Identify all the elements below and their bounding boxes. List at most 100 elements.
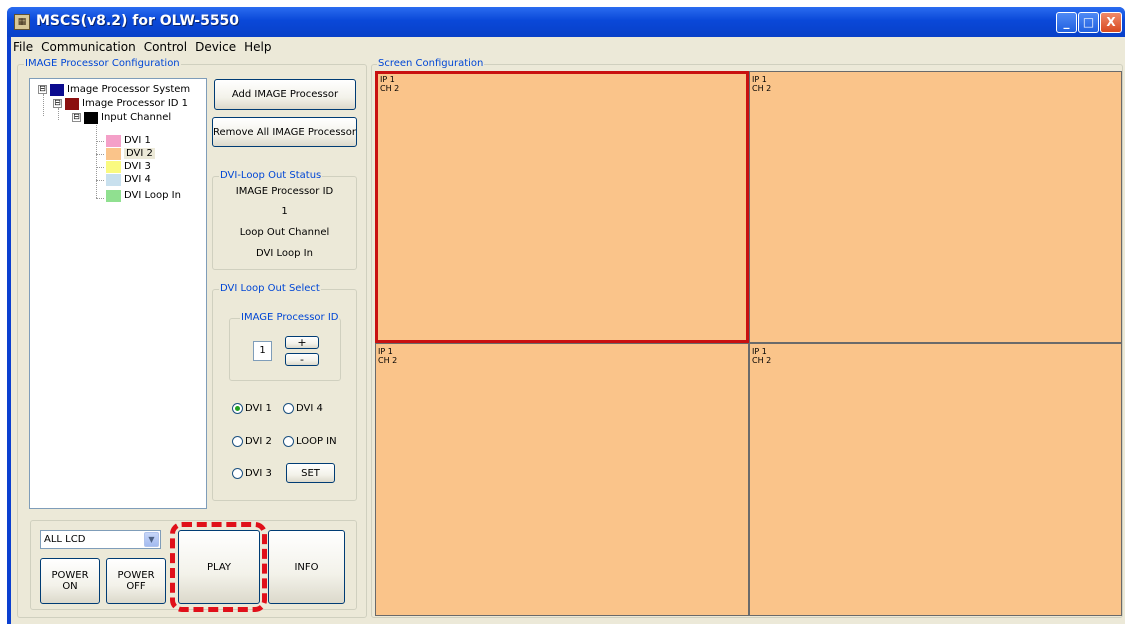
tree-node-dvi-4[interactable]: DVI 4 xyxy=(106,173,151,186)
radio-loop-in[interactable]: LOOP IN xyxy=(283,436,337,447)
status-channel-label: Loop Out Channel xyxy=(239,227,330,238)
increment-button[interactable]: + xyxy=(285,336,319,349)
screen-config-legend: Screen Configuration xyxy=(377,58,485,69)
power-off-button[interactable]: POWER OFF xyxy=(106,558,166,604)
processor-id-group: IMAGE Processor ID xyxy=(229,312,341,381)
power-on-line1: POWER xyxy=(51,570,89,581)
play-highlight-marker xyxy=(170,522,267,612)
status-channel-value: DVI Loop In xyxy=(256,248,313,259)
tree-node-label: Image Processor System xyxy=(67,84,191,95)
processor-id-field[interactable]: 1 xyxy=(253,341,272,361)
power-off-line2: OFF xyxy=(126,581,146,592)
power-on-line2: ON xyxy=(62,581,78,592)
menu-control[interactable]: Control xyxy=(140,38,191,56)
add-image-processor-button[interactable]: Add IMAGE Processor xyxy=(214,79,356,110)
tree-connector xyxy=(43,94,44,116)
minimize-button[interactable]: _ xyxy=(1056,12,1077,33)
radio-label: DVI 1 xyxy=(245,403,272,414)
tile-ch-label: CH 2 xyxy=(380,84,400,93)
loop-out-status-legend: DVI-Loop Out Status xyxy=(219,170,323,181)
tree-node-label: DVI 1 xyxy=(124,135,151,146)
radio-dvi-3[interactable]: DVI 3 xyxy=(232,468,272,479)
status-id-value: 1 xyxy=(281,206,288,217)
tree-connector xyxy=(96,141,104,142)
tree-connector xyxy=(96,198,104,199)
radio-unchecked-icon[interactable] xyxy=(232,436,243,447)
screen-tile-3[interactable]: IP 1 CH 2 xyxy=(375,343,749,616)
menu-file[interactable]: File xyxy=(11,38,37,56)
tree-node-dvi-1[interactable]: DVI 1 xyxy=(106,134,151,147)
tile-ch-label: CH 2 xyxy=(752,84,772,93)
tree-node-dvi-2[interactable]: DVI 2 xyxy=(106,147,155,160)
tree-connector xyxy=(96,154,104,155)
info-button[interactable]: INFO xyxy=(268,530,345,604)
window-title: MSCS(v8.2) for OLW-5550 xyxy=(36,13,240,29)
tree-node-dvi-loop-in[interactable]: DVI Loop In xyxy=(106,189,181,202)
screen-tile-1[interactable]: IP 1 CH 2 xyxy=(375,71,749,343)
tile-ip-label: IP 1 xyxy=(378,347,393,356)
tree-node-dvi-3[interactable]: DVI 3 xyxy=(106,160,151,173)
tile-ch-label: CH 2 xyxy=(752,356,772,365)
menu-bar: File Communication Control Device Help xyxy=(11,38,275,56)
radio-dvi-1[interactable]: DVI 1 xyxy=(232,403,272,414)
tree-node-input-channel[interactable]: ⊟ Input Channel xyxy=(72,111,171,124)
lcd-select[interactable]: ALL LCD ▼ xyxy=(40,530,161,549)
color-swatch-icon xyxy=(106,173,121,186)
tile-ip-label: IP 1 xyxy=(752,347,767,356)
radio-label: DVI 3 xyxy=(245,468,272,479)
radio-dvi-2[interactable]: DVI 2 xyxy=(232,436,272,447)
color-swatch-icon xyxy=(65,97,79,110)
tree-node-label: DVI 3 xyxy=(124,161,151,172)
tree-node-label: DVI 4 xyxy=(124,174,151,185)
tree-connector xyxy=(96,180,104,181)
loop-out-select-legend: DVI Loop Out Select xyxy=(219,283,321,294)
power-on-button[interactable]: POWER ON xyxy=(40,558,100,604)
radio-unchecked-icon[interactable] xyxy=(283,436,294,447)
radio-label: DVI 4 xyxy=(296,403,323,414)
app-icon[interactable]: ▦ xyxy=(14,14,30,30)
color-swatch-icon xyxy=(106,134,121,147)
image-processor-config-legend: IMAGE Processor Configuration xyxy=(24,58,181,69)
decrement-button[interactable]: - xyxy=(285,353,319,366)
tree-connector xyxy=(96,167,104,168)
color-swatch-icon xyxy=(106,147,121,160)
radio-unchecked-icon[interactable] xyxy=(283,403,294,414)
tile-ip-label: IP 1 xyxy=(752,75,767,84)
close-button[interactable]: X xyxy=(1100,12,1122,33)
color-swatch-icon xyxy=(106,160,121,173)
menu-help[interactable]: Help xyxy=(240,38,275,56)
collapse-icon[interactable]: ⊟ xyxy=(72,113,81,122)
menu-communication[interactable]: Communication xyxy=(37,38,140,56)
status-id-label: IMAGE Processor ID xyxy=(235,186,334,197)
tree-node-label: DVI Loop In xyxy=(124,190,181,201)
remove-all-image-processor-button[interactable]: Remove All IMAGE Processor xyxy=(212,117,357,147)
tree-node-processor-1[interactable]: ⊟ Image Processor ID 1 xyxy=(53,97,188,110)
color-swatch-icon xyxy=(106,189,121,202)
power-off-line1: POWER xyxy=(117,570,155,581)
radio-label: DVI 2 xyxy=(245,436,272,447)
screen-tile-2[interactable]: IP 1 CH 2 xyxy=(749,71,1122,343)
tree-node-label: Input Channel xyxy=(101,112,172,123)
menu-device[interactable]: Device xyxy=(191,38,240,56)
chevron-down-icon[interactable]: ▼ xyxy=(144,532,159,547)
tree-node-label: Image Processor ID 1 xyxy=(82,98,189,109)
radio-dvi-4[interactable]: DVI 4 xyxy=(283,403,323,414)
radio-label: LOOP IN xyxy=(296,436,337,447)
lcd-select-value: ALL LCD xyxy=(44,534,86,545)
screen-tile-4[interactable]: IP 1 CH 2 xyxy=(749,343,1122,616)
tree-node-label: DVI 2 xyxy=(124,148,155,159)
tile-ip-label: IP 1 xyxy=(380,75,395,84)
color-swatch-icon xyxy=(84,111,98,124)
collapse-icon[interactable]: ⊟ xyxy=(38,85,47,94)
processor-id-legend: IMAGE Processor ID xyxy=(240,312,340,323)
processor-tree[interactable]: ⊟ Image Processor System ⊟ Image Process… xyxy=(29,78,207,509)
maximize-button[interactable]: □ xyxy=(1078,12,1099,33)
color-swatch-icon xyxy=(50,83,64,96)
tree-connector xyxy=(96,122,97,198)
set-button[interactable]: SET xyxy=(286,463,335,483)
radio-checked-icon[interactable] xyxy=(232,403,243,414)
tree-node-system[interactable]: ⊟ Image Processor System xyxy=(38,83,190,96)
tile-ch-label: CH 2 xyxy=(378,356,398,365)
collapse-icon[interactable]: ⊟ xyxy=(53,99,62,108)
radio-unchecked-icon[interactable] xyxy=(232,468,243,479)
